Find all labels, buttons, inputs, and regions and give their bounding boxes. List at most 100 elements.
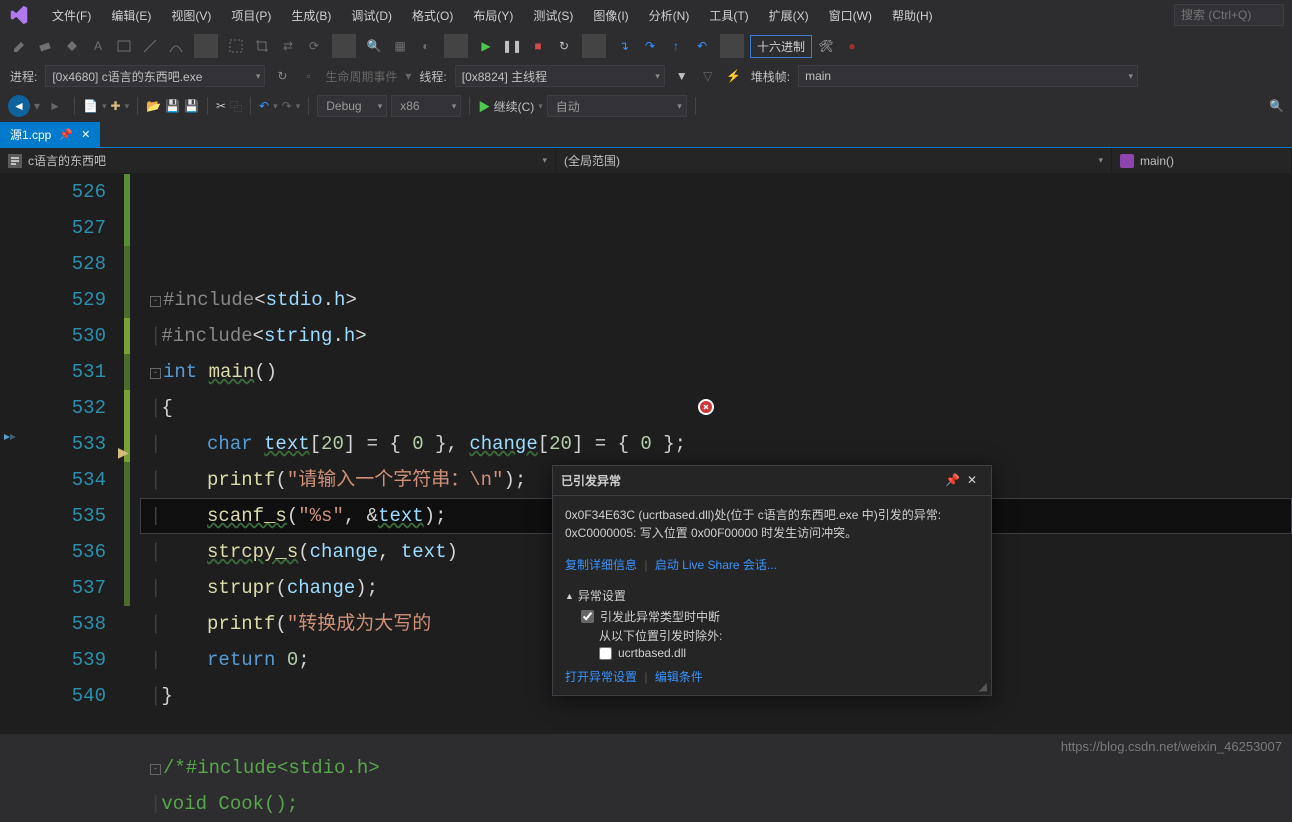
menu-layout[interactable]: 布局(Y) <box>463 3 523 28</box>
menu-tools[interactable]: 工具(T) <box>699 3 758 28</box>
code-line[interactable]: -/*#include<stdio.h> <box>140 750 1292 786</box>
nav-back-icon[interactable]: ◄ <box>8 95 30 117</box>
fill-icon[interactable] <box>60 34 84 58</box>
pin-icon[interactable]: 📌 <box>59 128 73 141</box>
save-all-icon[interactable]: 💾 <box>184 99 199 113</box>
save-icon[interactable]: 💾 <box>165 99 180 113</box>
copy-icon[interactable]: ⿻ <box>230 98 242 115</box>
undo-icon[interactable]: ↶ <box>259 99 269 113</box>
exception-title: 已引发异常 <box>561 472 939 489</box>
pause-icon[interactable]: ❚❚ <box>500 34 524 58</box>
breakpoint-arrow-icon: ▶ <box>118 436 129 472</box>
menu-build[interactable]: 生成(B) <box>281 3 341 28</box>
exception-settings-header[interactable]: ▲ 异常设置 <box>565 587 979 604</box>
curve-icon[interactable] <box>164 34 188 58</box>
zoom-icon[interactable]: 🔍 <box>362 34 386 58</box>
find-icon[interactable]: 🔍 <box>1269 99 1284 113</box>
eraser-icon[interactable] <box>34 34 58 58</box>
nav-project[interactable]: c语言的东西吧 ▾ <box>0 148 556 173</box>
process-label: 进程: <box>10 68 37 85</box>
close-icon[interactable]: ✕ <box>81 128 90 141</box>
stop-icon[interactable]: ■ <box>526 34 550 58</box>
lifecycle-icon[interactable]: ▫ <box>299 67 317 85</box>
continue-button[interactable]: ▶ 继续(C) <box>478 98 534 115</box>
menu-help[interactable]: 帮助(H) <box>882 3 943 28</box>
main-toolbar: ◄ ▾ ► 📄▾ ✚▾ 📂 💾 💾 ✂ ⿻ ↶▾ ↷▾ Debug x86 ▶ … <box>0 90 1292 122</box>
liveshare-link[interactable]: 启动 Live Share 会话... <box>655 558 777 572</box>
ucrtbased-checkbox[interactable] <box>599 647 612 660</box>
platform-combo[interactable]: x86 <box>391 95 461 117</box>
menu-edit[interactable]: 编辑(E) <box>101 3 161 28</box>
flip-icon[interactable]: ⇄ <box>276 34 300 58</box>
vs-logo-icon <box>8 4 30 26</box>
watermark: https://blog.csdn.net/weixin_46253007 <box>1061 739 1282 754</box>
thread-combo[interactable]: [0x8824] 主线程 <box>455 65 665 87</box>
step-out-icon[interactable]: ↑ <box>664 34 688 58</box>
refresh-icon[interactable]: ↻ <box>273 67 291 85</box>
line-icon[interactable] <box>138 34 162 58</box>
nav-scope[interactable]: (全局范围) ▾ <box>556 148 1112 173</box>
cb1-label: 引发此异常类型时中断 <box>600 608 720 625</box>
new-item-icon[interactable]: 📄 <box>83 99 98 113</box>
restart-icon[interactable]: ↻ <box>552 34 576 58</box>
select-icon[interactable] <box>224 34 248 58</box>
menu-debug[interactable]: 调试(D) <box>341 3 402 28</box>
menu-image[interactable]: 图像(I) <box>583 3 638 28</box>
nav-forward-icon[interactable]: ► <box>44 95 66 117</box>
tab-source1[interactable]: 源1.cpp 📌 ✕ <box>0 122 100 147</box>
step-back-icon[interactable]: ↶ <box>690 34 714 58</box>
menu-window[interactable]: 窗口(W) <box>819 3 882 28</box>
menu-analyze[interactable]: 分析(N) <box>639 3 700 28</box>
filter-icon[interactable]: ▼ <box>673 67 691 85</box>
menu-file[interactable]: 文件(F) <box>42 3 101 28</box>
menu-view[interactable]: 视图(V) <box>161 3 221 28</box>
pencil-icon[interactable] <box>8 34 32 58</box>
code-line[interactable]: -#include<stdio.h> <box>140 282 1292 318</box>
menu-extensions[interactable]: 扩展(X) <box>759 3 819 28</box>
step-over-icon[interactable]: ↷ <box>638 34 662 58</box>
resize-grip-icon[interactable]: ◢ <box>979 680 987 693</box>
code-line[interactable]: |#include<string.h> <box>140 318 1292 354</box>
crop-icon[interactable] <box>250 34 274 58</box>
tools-icon[interactable]: 🛠 <box>814 34 838 58</box>
add-icon[interactable]: ✚ <box>111 99 121 113</box>
grid-icon[interactable]: ▦ <box>388 34 412 58</box>
step-into-icon[interactable]: ↴ <box>612 34 636 58</box>
text-icon[interactable]: A <box>86 34 110 58</box>
pin-popup-icon[interactable]: 📌 <box>945 473 961 489</box>
break-on-exception-checkbox[interactable] <box>581 610 594 623</box>
stack-combo[interactable]: main <box>798 65 1138 87</box>
config-combo[interactable]: Debug <box>317 95 387 117</box>
line-gutter: 5265275285295305315325335345355365375385… <box>0 174 120 734</box>
close-popup-icon[interactable]: ✕ <box>967 473 983 489</box>
exception-badge-icon[interactable] <box>698 399 714 415</box>
nav-function[interactable]: main() <box>1112 148 1292 173</box>
except-from-label: 从以下位置引发时除外: <box>599 627 722 644</box>
record-icon[interactable]: ● <box>840 34 864 58</box>
search-input[interactable] <box>1174 4 1284 26</box>
hex-toggle[interactable]: 十六进制 <box>750 35 812 58</box>
play-icon[interactable]: ▶ <box>474 34 498 58</box>
menu-project[interactable]: 项目(P) <box>221 3 281 28</box>
rotate-icon[interactable]: ⟳ <box>302 34 326 58</box>
auto-combo[interactable]: 自动 <box>547 95 687 117</box>
code-line[interactable]: | char text[20] = { 0 }, change[20] = { … <box>140 426 1292 462</box>
threads-icon[interactable]: ⚡ <box>725 67 743 85</box>
alpha-icon[interactable]: ◐ <box>414 34 438 58</box>
copy-details-link[interactable]: 复制详细信息 <box>565 558 637 572</box>
code-line[interactable]: -int main() <box>140 354 1292 390</box>
code-line[interactable]: |{ <box>140 390 1292 426</box>
tab-strip: 源1.cpp 📌 ✕ <box>0 122 1292 148</box>
process-combo[interactable]: [0x4680] c语言的东西吧.exe <box>45 65 265 87</box>
filter2-icon[interactable]: ▽ <box>699 67 717 85</box>
open-settings-link[interactable]: 打开异常设置 <box>565 670 637 684</box>
code-line[interactable]: |void Cook(); <box>140 786 1292 822</box>
menu-format[interactable]: 格式(O) <box>402 3 463 28</box>
open-icon[interactable]: 📂 <box>146 99 161 113</box>
menu-test[interactable]: 测试(S) <box>523 3 583 28</box>
cut-icon[interactable]: ✂ <box>216 99 226 113</box>
redo-icon[interactable]: ↷ <box>282 99 292 113</box>
edit-condition-link[interactable]: 编辑条件 <box>655 670 703 684</box>
rect-icon[interactable] <box>112 34 136 58</box>
exception-popup: 已引发异常 📌 ✕ 0x0F34E63C (ucrtbased.dll)处(位于… <box>552 465 992 696</box>
